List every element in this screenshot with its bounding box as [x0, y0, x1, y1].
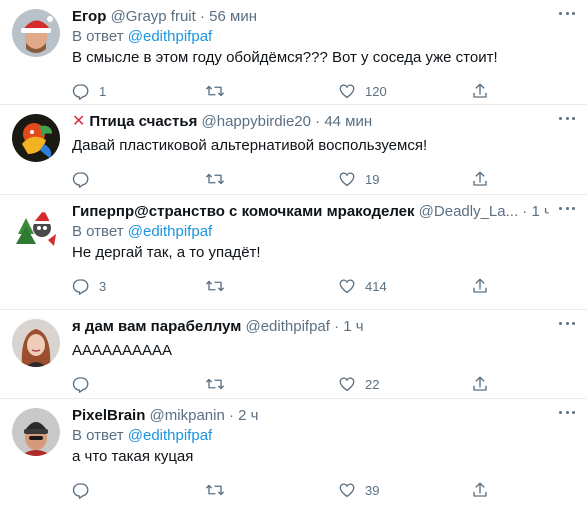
- cross-mark-icon: ✕: [72, 113, 86, 130]
- avatar[interactable]: [12, 408, 60, 456]
- heart-icon: [339, 84, 355, 99]
- tweet-actions: 19: [72, 160, 549, 198]
- heart-icon: [339, 377, 355, 392]
- share-button[interactable]: [471, 82, 489, 100]
- share-icon: [473, 83, 487, 98]
- tweet-text: АААААААААА: [72, 342, 173, 359]
- avatar[interactable]: [12, 114, 60, 162]
- like-count: 22: [365, 376, 380, 392]
- retweet-button[interactable]: [205, 481, 338, 499]
- display-name[interactable]: PixelBrain: [72, 407, 145, 424]
- like-count: 39: [365, 482, 380, 498]
- like-count: 120: [365, 83, 387, 99]
- tweet-text: Давай пластиковой альтернативой воспольз…: [72, 137, 428, 154]
- reply-icon: [72, 84, 89, 100]
- timestamp[interactable]: 1 ч: [343, 318, 363, 335]
- tweet-actions: 22: [72, 365, 549, 403]
- reply-count: 1: [99, 83, 107, 99]
- tweet-actions: 3 414: [72, 267, 549, 305]
- retweet-icon: [206, 85, 224, 97]
- display-name[interactable]: я дам вам парабеллум: [72, 318, 241, 335]
- reply-context: В ответ @edithpifpaf: [72, 28, 213, 45]
- retweet-button[interactable]: [205, 375, 338, 393]
- user-handle[interactable]: @Deadly_La...: [419, 203, 518, 220]
- more-options-icon[interactable]: [559, 320, 575, 326]
- timestamp[interactable]: 2 ч: [238, 407, 258, 424]
- retweet-icon: [206, 484, 224, 496]
- more-options-icon[interactable]: [559, 115, 575, 121]
- reply-icon: [72, 377, 89, 393]
- share-icon: [473, 278, 487, 293]
- tweet-actions: 39: [72, 471, 549, 509]
- retweet-icon: [206, 173, 224, 185]
- tweet-header: Егор @Grayp fruit · 56 мин: [72, 8, 257, 25]
- tweet-header: Гиперпр@странство с комочками мракоделек…: [72, 202, 549, 222]
- user-handle[interactable]: @Grayp fruit: [111, 8, 196, 25]
- share-button[interactable]: [471, 375, 489, 393]
- mention-link[interactable]: @edithpifpaf: [128, 223, 212, 240]
- reply-button[interactable]: [72, 375, 205, 393]
- display-name[interactable]: Гиперпр@странство с комочками мракоделек: [72, 203, 415, 220]
- timestamp[interactable]: 44 мин: [324, 113, 372, 130]
- tweet-header: PixelBrain @mikpanin · 2 ч: [72, 407, 259, 424]
- reply-icon: [72, 172, 89, 188]
- tweet[interactable]: Гиперпр@странство с комочками мракоделек…: [0, 195, 587, 310]
- retweet-button[interactable]: [205, 277, 338, 295]
- share-button[interactable]: [471, 481, 489, 499]
- like-count: 19: [365, 171, 380, 187]
- reply-context: В ответ @edithpifpaf: [72, 223, 213, 240]
- share-icon: [473, 376, 487, 391]
- like-button[interactable]: 414: [338, 277, 471, 295]
- mention-link[interactable]: @edithpifpaf: [128, 28, 212, 45]
- like-button[interactable]: 22: [338, 375, 471, 393]
- retweet-button[interactable]: [205, 170, 338, 188]
- reply-button[interactable]: [72, 170, 205, 188]
- reply-count: 3: [99, 278, 107, 294]
- reply-button[interactable]: 1: [72, 82, 205, 100]
- heart-icon: [339, 172, 355, 187]
- share-icon: [473, 482, 487, 497]
- user-handle[interactable]: @edithpifpaf: [245, 318, 329, 335]
- user-handle[interactable]: @mikpanin: [150, 407, 225, 424]
- more-options-icon[interactable]: [559, 10, 575, 16]
- reply-icon: [72, 483, 89, 499]
- tweet-text: а что такая куцая: [72, 448, 194, 465]
- display-name[interactable]: Егор: [72, 8, 106, 25]
- tweet[interactable]: PixelBrain @mikpanin · 2 ч В ответ @edit…: [0, 399, 587, 518]
- more-options-icon[interactable]: [559, 409, 575, 415]
- share-button[interactable]: [471, 277, 489, 295]
- reply-button[interactable]: [72, 481, 205, 499]
- retweet-icon: [206, 280, 224, 292]
- heart-icon: [339, 279, 355, 294]
- avatar[interactable]: [12, 319, 60, 367]
- like-button[interactable]: 19: [338, 170, 471, 188]
- tweet-text: Не дергай так, а то упадёт!: [72, 244, 261, 261]
- reply-icon: [72, 279, 89, 295]
- tweet[interactable]: Егор @Grayp fruit · 56 мин В ответ @edit…: [0, 0, 587, 105]
- heart-icon: [339, 483, 355, 498]
- mention-link[interactable]: @edithpifpaf: [128, 427, 212, 444]
- timestamp[interactable]: 1 ч: [531, 203, 549, 220]
- display-name[interactable]: Птица счастья: [89, 113, 197, 130]
- avatar[interactable]: [12, 9, 60, 57]
- tweet-text: В смысле в этом году обойдёмся??? Вот у …: [72, 49, 498, 66]
- reply-context: В ответ @edithpifpaf: [72, 427, 213, 444]
- like-button[interactable]: 120: [338, 82, 471, 100]
- avatar[interactable]: [12, 204, 60, 252]
- tweet-header: я дам вам парабеллум @edithpifpaf · 1 ч: [72, 318, 364, 335]
- more-options-icon[interactable]: [559, 205, 575, 211]
- like-count: 414: [365, 278, 387, 294]
- retweet-icon: [206, 378, 224, 390]
- share-icon: [473, 171, 487, 186]
- user-handle[interactable]: @happybirdie20: [202, 113, 311, 130]
- retweet-button[interactable]: [205, 82, 338, 100]
- tweet-header: ✕ Птица счастья @happybirdie20 · 44 мин: [72, 113, 373, 130]
- timestamp[interactable]: 56 мин: [209, 8, 257, 25]
- like-button[interactable]: 39: [338, 481, 471, 499]
- tweet[interactable]: ✕ Птица счастья @happybirdie20 · 44 мин Д…: [0, 105, 587, 195]
- reply-button[interactable]: 3: [72, 277, 205, 295]
- share-button[interactable]: [471, 170, 489, 188]
- tweet[interactable]: я дам вам парабеллум @edithpifpaf · 1 ч …: [0, 310, 587, 399]
